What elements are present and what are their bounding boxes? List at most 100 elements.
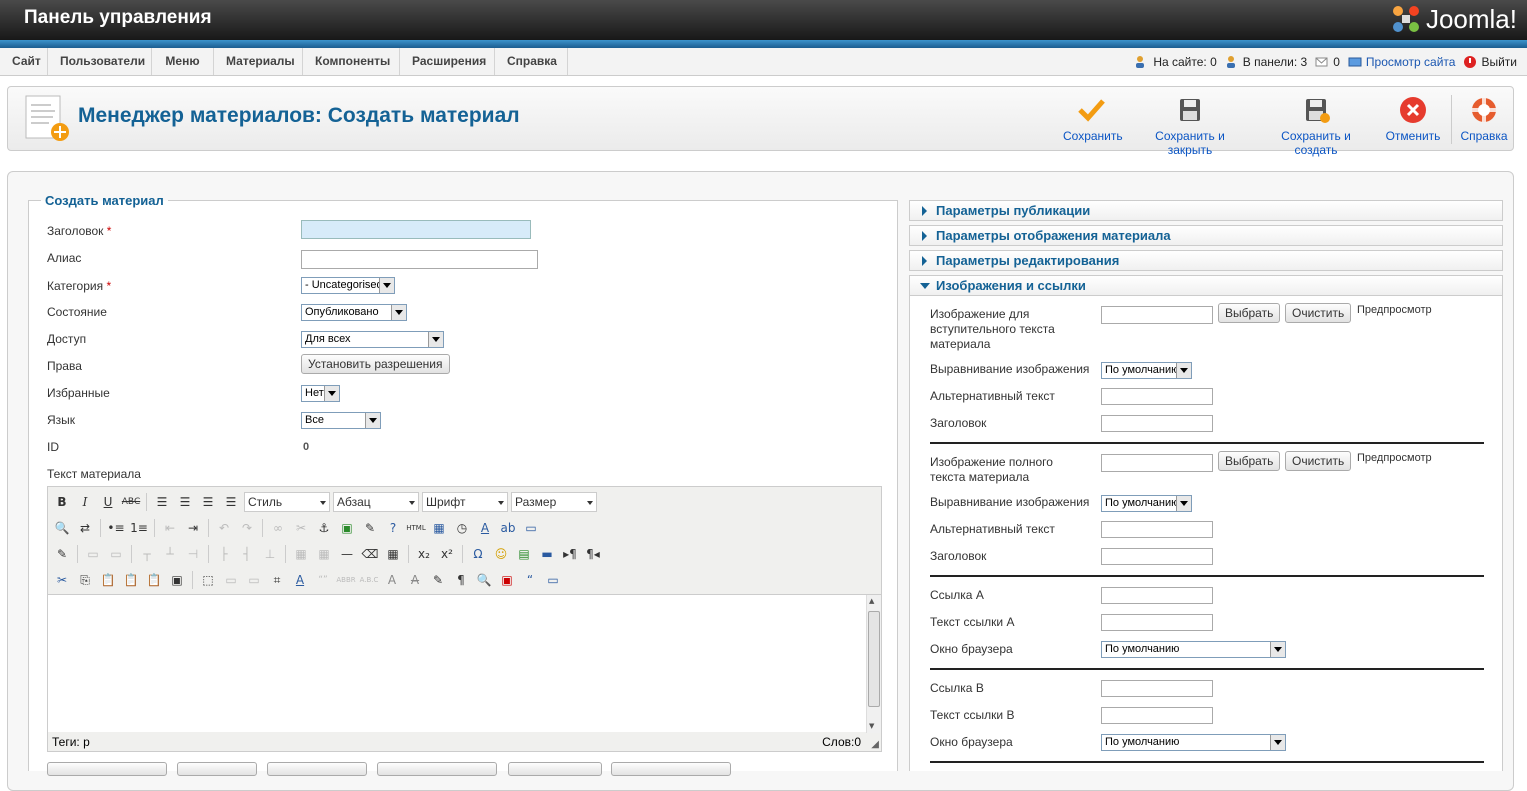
- scroll-up-icon[interactable]: ▲: [869, 597, 874, 605]
- crop-icon[interactable]: ⌗: [267, 570, 287, 590]
- delete-text-icon[interactable]: A: [405, 570, 425, 590]
- superscript-icon[interactable]: x²: [437, 544, 457, 564]
- abbr-icon[interactable]: ABBR: [336, 570, 356, 590]
- delete-col-icon[interactable]: ⊥: [260, 544, 280, 564]
- featured-select[interactable]: Нет: [301, 385, 340, 402]
- move-forward-icon[interactable]: ▭: [221, 570, 241, 590]
- absolute-position-icon[interactable]: ▭: [106, 544, 126, 564]
- logout-link[interactable]: Выйти: [1463, 55, 1517, 69]
- link-b-text-input[interactable]: [1101, 707, 1213, 724]
- style-select[interactable]: Стиль: [244, 492, 330, 512]
- delete-row-icon[interactable]: ⊣: [183, 544, 203, 564]
- menu-help[interactable]: Справка: [495, 48, 568, 75]
- view-site-text[interactable]: Просмотр сайта: [1366, 55, 1456, 69]
- align-justify-icon[interactable]: ☰: [221, 492, 241, 512]
- background-color-icon[interactable]: ab: [498, 518, 518, 538]
- editor-extra-button[interactable]: [611, 762, 731, 776]
- editor-content-area[interactable]: ▲ ▼: [48, 594, 881, 733]
- insert-text-icon[interactable]: A: [382, 570, 402, 590]
- menu-extensions[interactable]: Расширения: [400, 48, 495, 75]
- cut-icon[interactable]: ✂: [52, 570, 72, 590]
- paste-word-icon[interactable]: 📋: [144, 570, 164, 590]
- redo-icon[interactable]: ↷: [237, 518, 257, 538]
- bold-icon[interactable]: B: [52, 492, 72, 512]
- panel-images[interactable]: Изображения и ссылки: [909, 275, 1503, 296]
- italic-icon[interactable]: I: [75, 492, 95, 512]
- row-after-icon[interactable]: ┴: [160, 544, 180, 564]
- table-props-icon[interactable]: ▦: [291, 544, 311, 564]
- full-image-clear-button[interactable]: Очистить: [1285, 451, 1352, 471]
- media-icon[interactable]: ▤: [514, 544, 534, 564]
- underline-icon[interactable]: U: [98, 492, 118, 512]
- menu-menus[interactable]: Меню: [152, 48, 214, 75]
- special-char-icon[interactable]: Ω: [468, 544, 488, 564]
- table-icon[interactable]: ▦: [383, 544, 403, 564]
- panel-publishing[interactable]: Параметры публикации: [909, 200, 1503, 221]
- category-select[interactable]: - Uncategorised: [301, 277, 395, 294]
- horizontal-rule-icon[interactable]: —: [337, 544, 357, 564]
- insert-layer-icon[interactable]: ▭: [83, 544, 103, 564]
- nonbreaking-icon[interactable]: ▬: [537, 544, 557, 564]
- copy-icon[interactable]: ⎘: [75, 570, 95, 590]
- link-a-window-select[interactable]: По умолчанию: [1101, 641, 1286, 658]
- strikethrough-icon[interactable]: ABC: [121, 492, 141, 512]
- html-icon[interactable]: HTML: [406, 518, 426, 538]
- cancel-button[interactable]: Отменить: [1385, 95, 1441, 143]
- save-close-button[interactable]: Сохранить и закрыть: [1134, 95, 1246, 157]
- acronym-icon[interactable]: A.B.C: [359, 570, 379, 590]
- undo-icon[interactable]: ↶: [214, 518, 234, 538]
- paragraph-select[interactable]: Абзац: [333, 492, 419, 512]
- link-icon[interactable]: ∞: [268, 518, 288, 538]
- scroll-thumb[interactable]: [868, 611, 880, 707]
- paste-icon[interactable]: 📋: [98, 570, 118, 590]
- menu-users[interactable]: Пользователи: [48, 48, 152, 75]
- rtl-icon[interactable]: ¶◂: [583, 544, 603, 564]
- full-alt-input[interactable]: [1101, 521, 1213, 538]
- intro-image-clear-button[interactable]: Очистить: [1285, 303, 1352, 323]
- align-left-icon[interactable]: ☰: [152, 492, 172, 512]
- col-before-icon[interactable]: ├: [214, 544, 234, 564]
- find-icon[interactable]: 🔍: [52, 518, 72, 538]
- col-after-icon[interactable]: ┤: [237, 544, 257, 564]
- full-align-select[interactable]: По умолчанию: [1101, 495, 1192, 512]
- edit-css-icon[interactable]: ✎: [52, 544, 72, 564]
- insert-time-icon[interactable]: ◷: [452, 518, 472, 538]
- numbered-list-icon[interactable]: 1≡: [129, 518, 149, 538]
- preview-icon[interactable]: 🔍: [474, 570, 494, 590]
- full-image-input[interactable]: [1101, 454, 1213, 472]
- bullet-list-icon[interactable]: •≡: [106, 518, 126, 538]
- scroll-down-icon[interactable]: ▼: [869, 722, 874, 730]
- panel-editing[interactable]: Параметры редактирования: [909, 250, 1503, 271]
- unlink-icon[interactable]: ✂: [291, 518, 311, 538]
- link-a-input[interactable]: [1101, 587, 1213, 604]
- save-button[interactable]: Сохранить: [1063, 95, 1123, 143]
- editor-extra-button[interactable]: [47, 762, 167, 776]
- visual-chars-icon[interactable]: ¶: [451, 570, 471, 590]
- full-caption-input[interactable]: [1101, 548, 1213, 565]
- visual-aid-icon[interactable]: ⬚: [198, 570, 218, 590]
- align-right-icon[interactable]: ☰: [198, 492, 218, 512]
- image-icon[interactable]: ▣: [337, 518, 357, 538]
- help-circle-icon[interactable]: ?: [383, 518, 403, 538]
- row-before-icon[interactable]: ┬: [137, 544, 157, 564]
- link-b-input[interactable]: [1101, 680, 1213, 697]
- indent-icon[interactable]: ⇥: [183, 518, 203, 538]
- editor-extra-button[interactable]: [377, 762, 497, 776]
- resize-handle-icon[interactable]: ◢: [871, 735, 879, 755]
- font-select[interactable]: Шрифт: [422, 492, 508, 512]
- menu-content[interactable]: Материалы: [214, 48, 303, 75]
- emoticon-icon[interactable]: ☺: [491, 544, 511, 564]
- link-b-window-select[interactable]: По умолчанию: [1101, 734, 1286, 751]
- full-image-select-button[interactable]: Выбрать: [1218, 451, 1281, 471]
- outdent-icon[interactable]: ⇤: [160, 518, 180, 538]
- ltr-icon[interactable]: ▸¶: [560, 544, 580, 564]
- styles-icon[interactable]: A: [290, 570, 310, 590]
- state-select[interactable]: Опубликовано: [301, 304, 407, 321]
- menu-components[interactable]: Компоненты: [303, 48, 400, 75]
- subscript-icon[interactable]: x₂: [414, 544, 434, 564]
- alias-input[interactable]: [301, 250, 538, 269]
- editor-extra-button[interactable]: [508, 762, 602, 776]
- title-input[interactable]: [301, 220, 531, 239]
- template-icon[interactable]: ▣: [497, 570, 517, 590]
- replace-icon[interactable]: ⇄: [75, 518, 95, 538]
